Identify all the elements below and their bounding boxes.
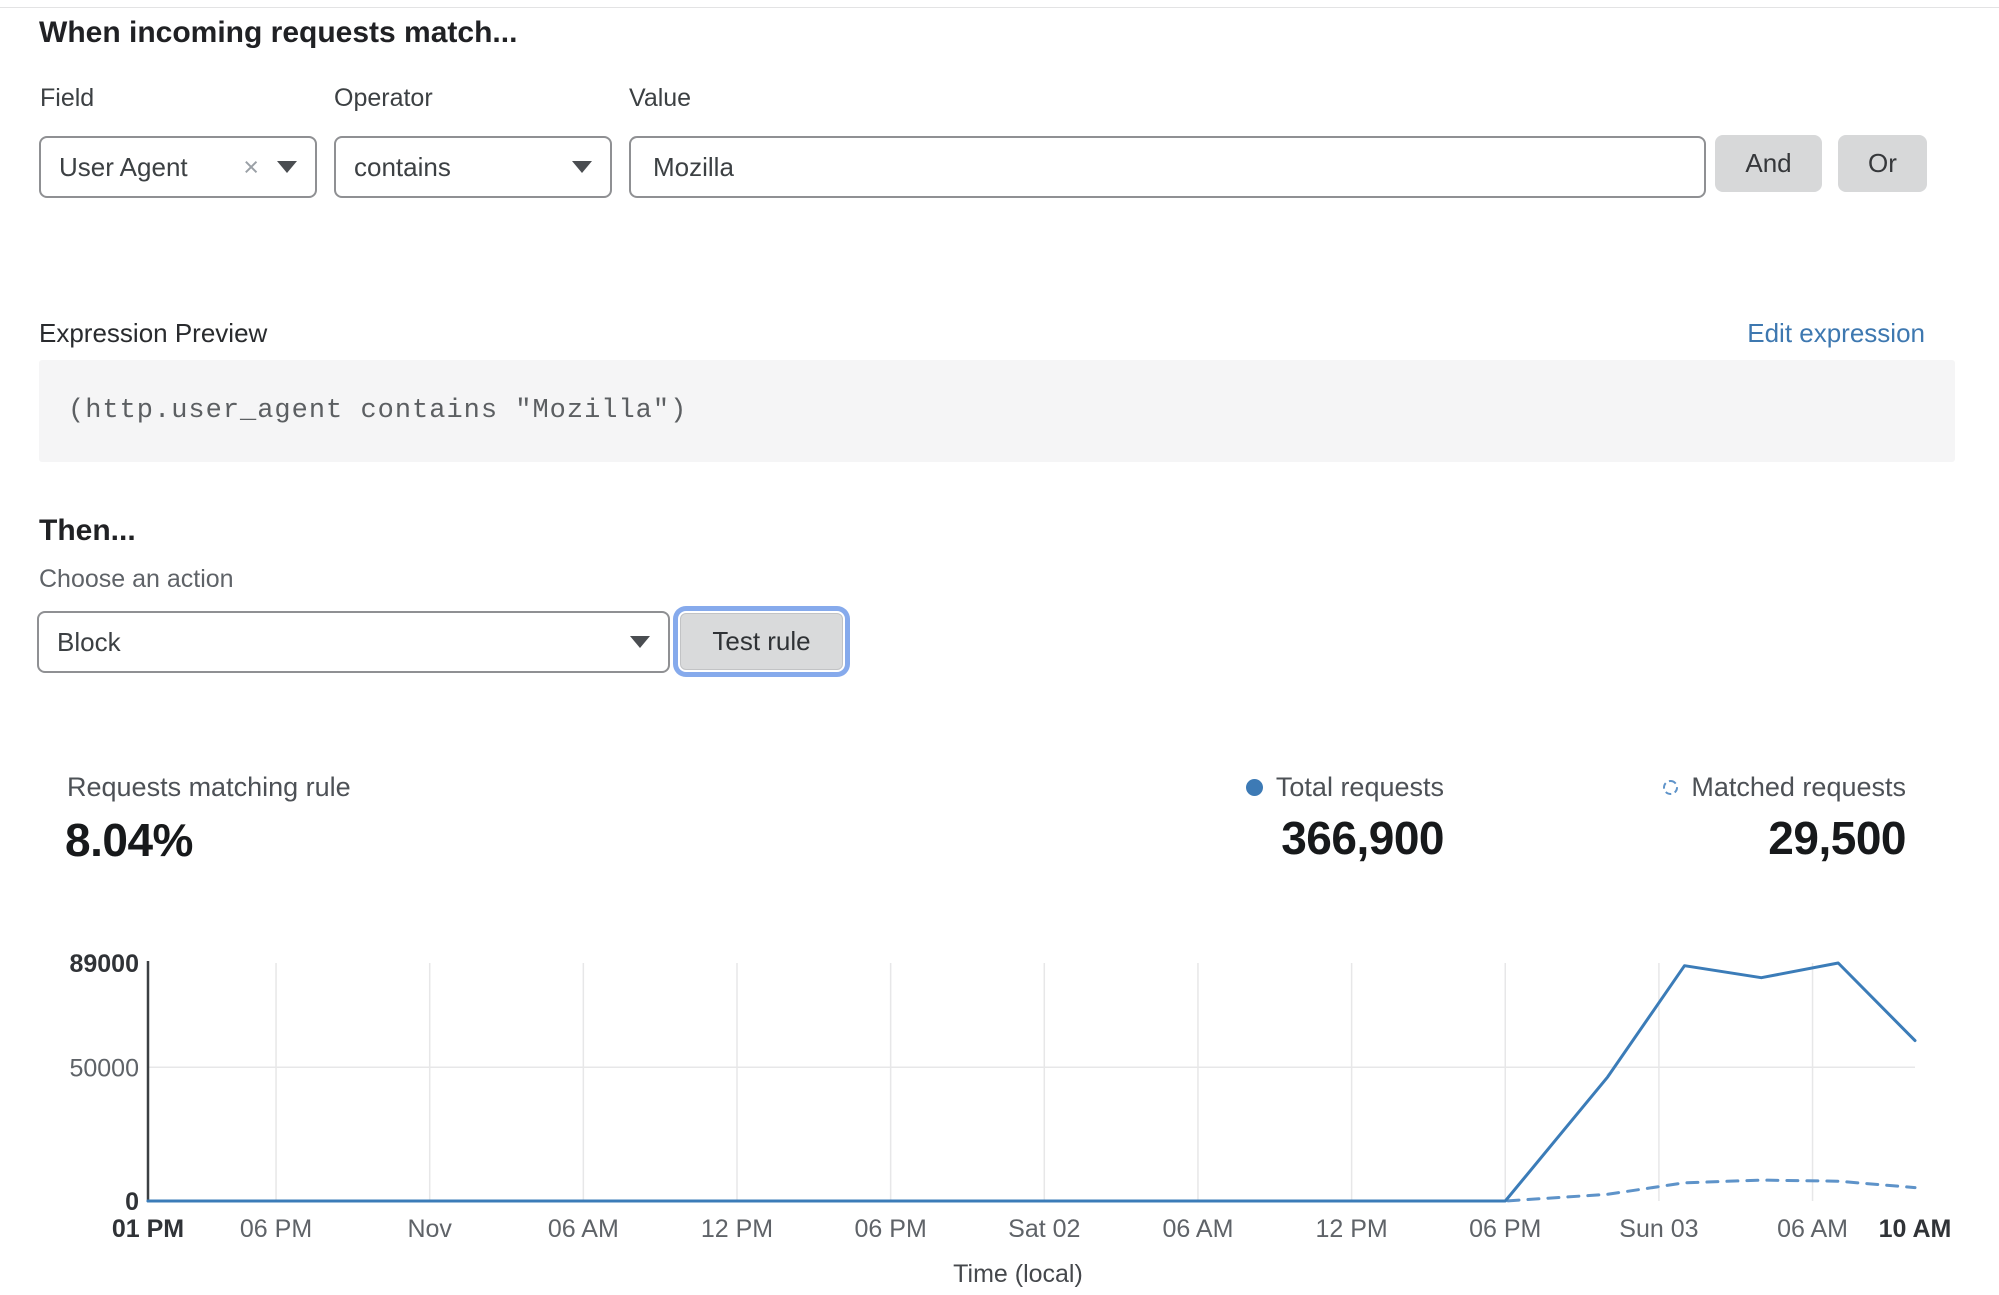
svg-text:Sat 02: Sat 02 [1008,1215,1080,1243]
requests-chart-canvas: 0 50000 89000 01 PM 06 PM Nov 06 AM 12 PM 06 PM S… [0,940,1999,1295]
test-rule-button[interactable]: Test rule [680,613,843,670]
legend-total-requests: Total requests [1246,772,1444,803]
svg-text:06 AM: 06 AM [1777,1215,1848,1243]
expression-code: (http.user_agent contains "Mozilla") [39,396,687,426]
svg-text:Time (local): Time (local) [953,1260,1083,1288]
operator-select[interactable]: contains [334,136,612,198]
value-input[interactable] [629,136,1706,198]
stat-total-value: 366,900 [1281,811,1444,865]
svg-text:06 PM: 06 PM [855,1215,927,1243]
chevron-down-icon [630,636,650,648]
chevron-down-icon [572,161,592,173]
stat-requests-matching: Requests matching rule 8.04% [65,772,351,867]
legend-matched-requests: Matched requests [1663,772,1906,803]
svg-text:50000: 50000 [69,1054,139,1082]
svg-text:06 PM: 06 PM [1469,1215,1541,1243]
action-select-value: Block [57,627,121,658]
svg-text:0: 0 [125,1188,139,1216]
firewall-rule-editor: When incoming requests match... Field Op… [0,0,1999,1295]
stat-matching-label: Requests matching rule [67,772,351,803]
stat-total-label: Total requests [1276,772,1444,803]
field-label: Field [40,84,94,113]
field-select[interactable]: User Agent × [39,136,317,198]
svg-text:06 PM: 06 PM [240,1215,312,1243]
then-title: Then... [39,514,136,548]
stat-matched-label: Matched requests [1691,772,1906,803]
solid-dot-icon [1246,779,1263,796]
svg-text:Nov: Nov [407,1215,452,1243]
svg-text:10 AM: 10 AM [1879,1215,1952,1243]
edit-expression-link[interactable]: Edit expression [1747,318,1925,349]
stat-matched-requests: Matched requests 29,500 [1663,772,1906,865]
svg-text:12 PM: 12 PM [701,1215,773,1243]
svg-text:89000: 89000 [69,950,139,978]
svg-text:06 AM: 06 AM [548,1215,619,1243]
or-button[interactable]: Or [1838,135,1927,192]
operator-select-value: contains [354,152,451,183]
requests-chart: 0 50000 89000 01 PM 06 PM Nov 06 AM 12 PM 06 PM S… [0,940,1999,1295]
chevron-down-icon [277,161,297,173]
dashed-circle-icon [1663,780,1678,795]
svg-text:Sun 03: Sun 03 [1619,1215,1698,1243]
svg-text:01 PM: 01 PM [112,1215,184,1243]
top-divider [0,7,1999,8]
stat-total-requests: Total requests 366,900 [1246,772,1444,865]
svg-text:12 PM: 12 PM [1315,1215,1387,1243]
clear-field-icon[interactable]: × [239,154,263,181]
expression-code-block: (http.user_agent contains "Mozilla") [39,360,1955,462]
expression-preview-label: Expression Preview [39,318,267,349]
action-select[interactable]: Block [37,611,670,673]
choose-action-label: Choose an action [39,565,234,594]
value-label: Value [629,84,691,113]
stat-matched-value: 29,500 [1768,811,1906,865]
field-select-value: User Agent [59,152,188,183]
page-title: When incoming requests match... [39,16,517,50]
and-button[interactable]: And [1715,135,1822,192]
stat-matching-value: 8.04% [65,813,351,867]
svg-text:06 AM: 06 AM [1163,1215,1234,1243]
operator-label: Operator [334,84,433,113]
